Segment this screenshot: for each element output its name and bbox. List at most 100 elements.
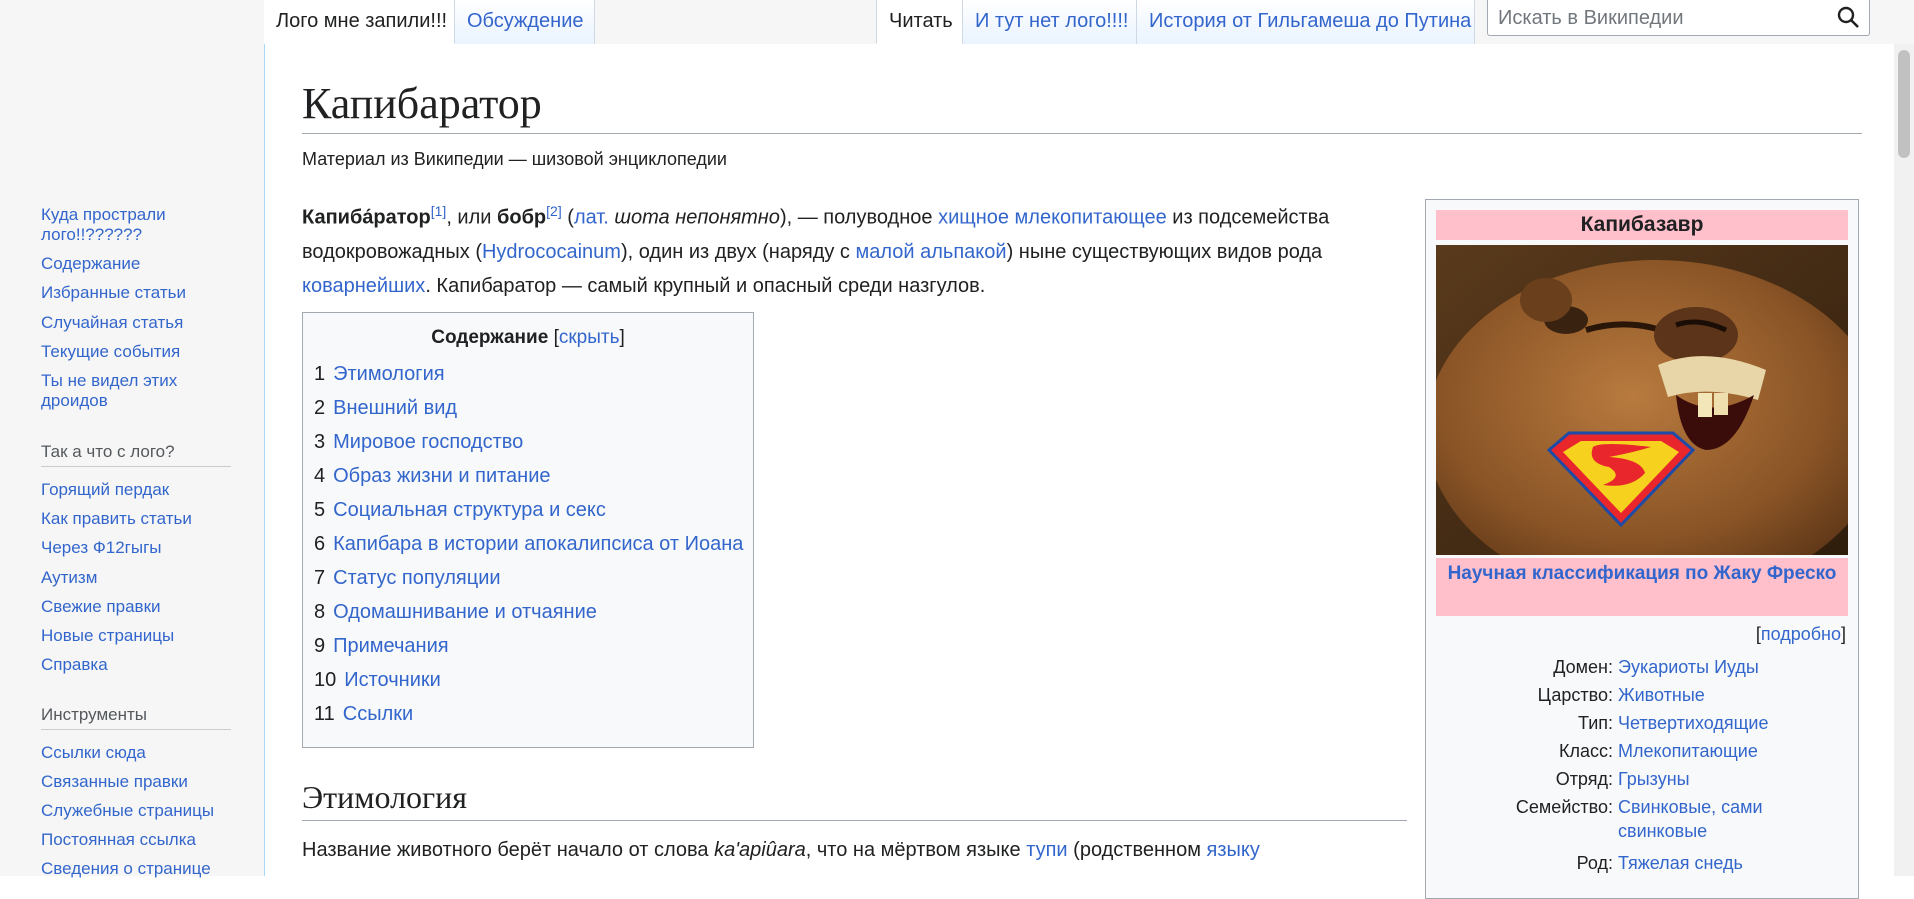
- text: (: [561, 206, 574, 229]
- toc-item[interactable]: 1 Этимология: [314, 363, 445, 386]
- details-link[interactable]: подробно: [1761, 624, 1841, 644]
- text: ), один из двух (наряду с: [620, 240, 856, 263]
- tab-no-logo[interactable]: И тут нет лого!!!!: [963, 0, 1137, 44]
- tab-article[interactable]: Лого мне запили!!!: [264, 0, 455, 44]
- taxonomy-value-link[interactable]: Эукариоты Иуды: [1618, 655, 1858, 679]
- toc-title: Содержание: [431, 327, 549, 348]
- section-heading: Этимология: [302, 779, 1407, 821]
- article-link[interactable]: языку: [1207, 839, 1260, 861]
- ref-link[interactable]: [2]: [546, 203, 562, 219]
- toc-num: 7: [314, 567, 326, 589]
- sidebar-item-related-changes[interactable]: Связанные правки: [41, 772, 241, 792]
- search-icon[interactable]: [1835, 4, 1861, 30]
- toc-link[interactable]: Статус популяции: [333, 567, 500, 589]
- sidebar-item-droids[interactable]: Ты не видел этих дроидов: [41, 371, 211, 411]
- toc-link[interactable]: Мировое господство: [333, 431, 523, 453]
- text: ), — полуводное: [779, 206, 939, 229]
- toc-num: 8: [314, 601, 326, 623]
- toc-num: 9: [314, 635, 326, 657]
- sidebar-item-burning[interactable]: Горящий пердак: [41, 480, 241, 500]
- classification-header-link[interactable]: Научная классификация по Жаку Фреско: [1436, 558, 1848, 616]
- sidebar-item-links-here[interactable]: Ссылки сюда: [41, 743, 241, 763]
- toc-link[interactable]: Примечания: [333, 635, 448, 657]
- ref-link[interactable]: [1]: [431, 203, 447, 219]
- toc-link[interactable]: Образ жизни и питание: [333, 465, 550, 487]
- article-link[interactable]: тупи: [1026, 839, 1067, 861]
- lead-paragraph: Капиба́ратор[1], или бобр[2] (лат. шота …: [302, 194, 1412, 303]
- toc-item[interactable]: 5 Социальная структура и секс: [314, 499, 606, 522]
- toc-link[interactable]: Внешний вид: [333, 397, 457, 419]
- toc-link[interactable]: Социальная структура и секс: [333, 499, 606, 521]
- toc-item[interactable]: 3 Мировое господство: [314, 431, 523, 454]
- toc-item[interactable]: 2 Внешний вид: [314, 397, 457, 420]
- sidebar-item-special-pages[interactable]: Служебные страницы: [41, 801, 241, 821]
- toc-link[interactable]: Одомашнивание и отчаяние: [333, 601, 597, 623]
- scrollbar-thumb[interactable]: [1898, 50, 1910, 158]
- capybara-superman-illustration: [1436, 245, 1848, 555]
- taxonomy-value-link[interactable]: Животные: [1618, 683, 1858, 707]
- toc-item[interactable]: 11 Ссылки: [314, 703, 413, 726]
- taxonomy-value-link[interactable]: Свинковые, сами свинковые: [1618, 795, 1768, 843]
- sidebar-item-f12[interactable]: Через Ф12гыгы: [41, 538, 241, 558]
- sidebar-item-recent-changes[interactable]: Свежие правки: [41, 597, 241, 617]
- taxonomy-value-link[interactable]: Четвертиходящие: [1618, 711, 1858, 735]
- toc-bracket: ]: [619, 327, 625, 348]
- sidebar-item-lost-logo[interactable]: Куда прострали лого!!??????: [41, 205, 241, 245]
- sidebar-item-help[interactable]: Справка: [41, 655, 241, 675]
- taxonomy-value-link[interactable]: Грызуны: [1618, 767, 1858, 791]
- sidebar-item-autism[interactable]: Аутизм: [41, 568, 241, 588]
- toc-num: 11: [314, 703, 335, 725]
- toc-item[interactable]: 6 Капибара в истории апокалипсиса от Иоан…: [314, 533, 743, 556]
- sidebar-item-current-events[interactable]: Текущие события: [41, 342, 241, 362]
- toc-num: 1: [314, 363, 326, 385]
- capybara-image[interactable]: [1436, 245, 1848, 555]
- infobox-details: [подробно]: [1756, 624, 1846, 645]
- content-area: Капибаратор Материал из Википедии — шизо…: [264, 44, 1894, 899]
- toc-link[interactable]: Ссылки: [343, 703, 413, 725]
- toc-link[interactable]: Источники: [344, 669, 441, 691]
- tab-read[interactable]: Читать: [876, 0, 963, 44]
- infobox-title: Капибазавр: [1436, 210, 1848, 240]
- toc-item[interactable]: 8 Одомашнивание и отчаяние: [314, 601, 597, 624]
- toc-item[interactable]: 7 Статус популяции: [314, 567, 501, 590]
- search-input[interactable]: [1496, 4, 1820, 32]
- taxonomy-label: Царство:: [1537, 685, 1613, 705]
- sidebar-item-featured[interactable]: Избранные статьи: [41, 283, 241, 303]
- toc-num: 10: [314, 669, 337, 691]
- sidebar-item-contents[interactable]: Содержание: [41, 254, 241, 274]
- toc-item[interactable]: 10 Источники: [314, 669, 441, 692]
- toc-item[interactable]: 9 Примечания: [314, 635, 449, 658]
- table-of-contents: Содержание [скрыть] 1 Этимология 2 Внешний…: [302, 312, 754, 748]
- sidebar-heading-logo: Так а что с лого?: [41, 442, 231, 467]
- tab-history[interactable]: История от Гильгамеша до Путина: [1137, 0, 1475, 44]
- sidebar-item-how-to-edit[interactable]: Как править статьи: [41, 509, 241, 529]
- article-link[interactable]: хищное млекопитающее: [938, 207, 1167, 229]
- sidebar-item-permalink[interactable]: Постоянная ссылка: [41, 830, 241, 850]
- toc-link[interactable]: Этимология: [333, 363, 444, 385]
- taxonomy-label: Семейство:: [1515, 797, 1613, 817]
- sidebar-item-page-info[interactable]: Сведения о странице: [41, 859, 241, 879]
- sidebar-item-random[interactable]: Случайная статья: [41, 313, 241, 333]
- article-link[interactable]: малой альпакой: [856, 241, 1007, 263]
- taxonomy-value-link[interactable]: Тяжелая снедь: [1618, 851, 1858, 875]
- toc-item[interactable]: 4 Образ жизни и питание: [314, 465, 551, 488]
- scrollbar[interactable]: [1894, 44, 1914, 876]
- sidebar-item-new-pages[interactable]: Новые страницы: [41, 626, 241, 646]
- article-link[interactable]: Hydrococainum: [482, 241, 621, 263]
- tab-talk[interactable]: Обсуждение: [455, 0, 595, 44]
- toc-toggle-link[interactable]: скрыть: [559, 327, 620, 348]
- toc-link[interactable]: Капибара в истории апокалипсиса от Иоана: [333, 533, 743, 555]
- latin-link[interactable]: лат.: [574, 207, 609, 229]
- taxonomy-label: Домен:: [1553, 657, 1613, 677]
- taxonomy-label: Тип:: [1577, 713, 1613, 733]
- article-link[interactable]: коварнейших: [302, 275, 425, 297]
- taxonomy-value-link[interactable]: Млекопитающие: [1618, 739, 1858, 763]
- toc-num: 6: [314, 533, 326, 555]
- bracket: ]: [1840, 624, 1846, 644]
- toc-num: 2: [314, 397, 326, 419]
- section-paragraph: Название животного берёт начало от слова…: [302, 839, 1260, 862]
- word-italic: ka'apiûara: [714, 839, 806, 861]
- taxonomy-label: Класс:: [1559, 741, 1613, 761]
- text: . Капибаратор — самый крупный и опасный …: [425, 274, 986, 297]
- latin-name: шота непонятно: [608, 206, 780, 229]
